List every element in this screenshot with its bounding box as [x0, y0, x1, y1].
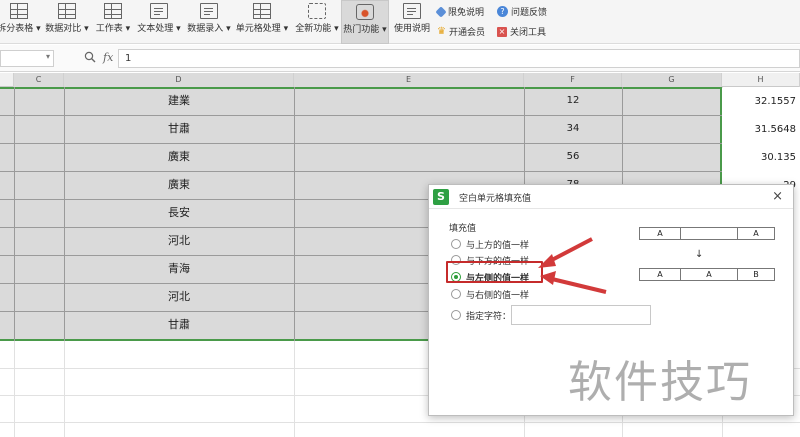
watermark-text: 软件技巧 — [568, 357, 752, 408]
annotation-arrow-lower — [551, 277, 607, 294]
annotation-arrow-upper — [547, 237, 593, 264]
annotation-arrowhead-lower — [540, 271, 556, 285]
spreadsheet-window: 拆分表格 ▾ 数据对比 ▾ 工作表 ▾ 文本处理 ▾ 数据录入 ▾ 单元格处理 … — [0, 0, 800, 437]
annotation-arrowhead-upper — [538, 254, 556, 268]
